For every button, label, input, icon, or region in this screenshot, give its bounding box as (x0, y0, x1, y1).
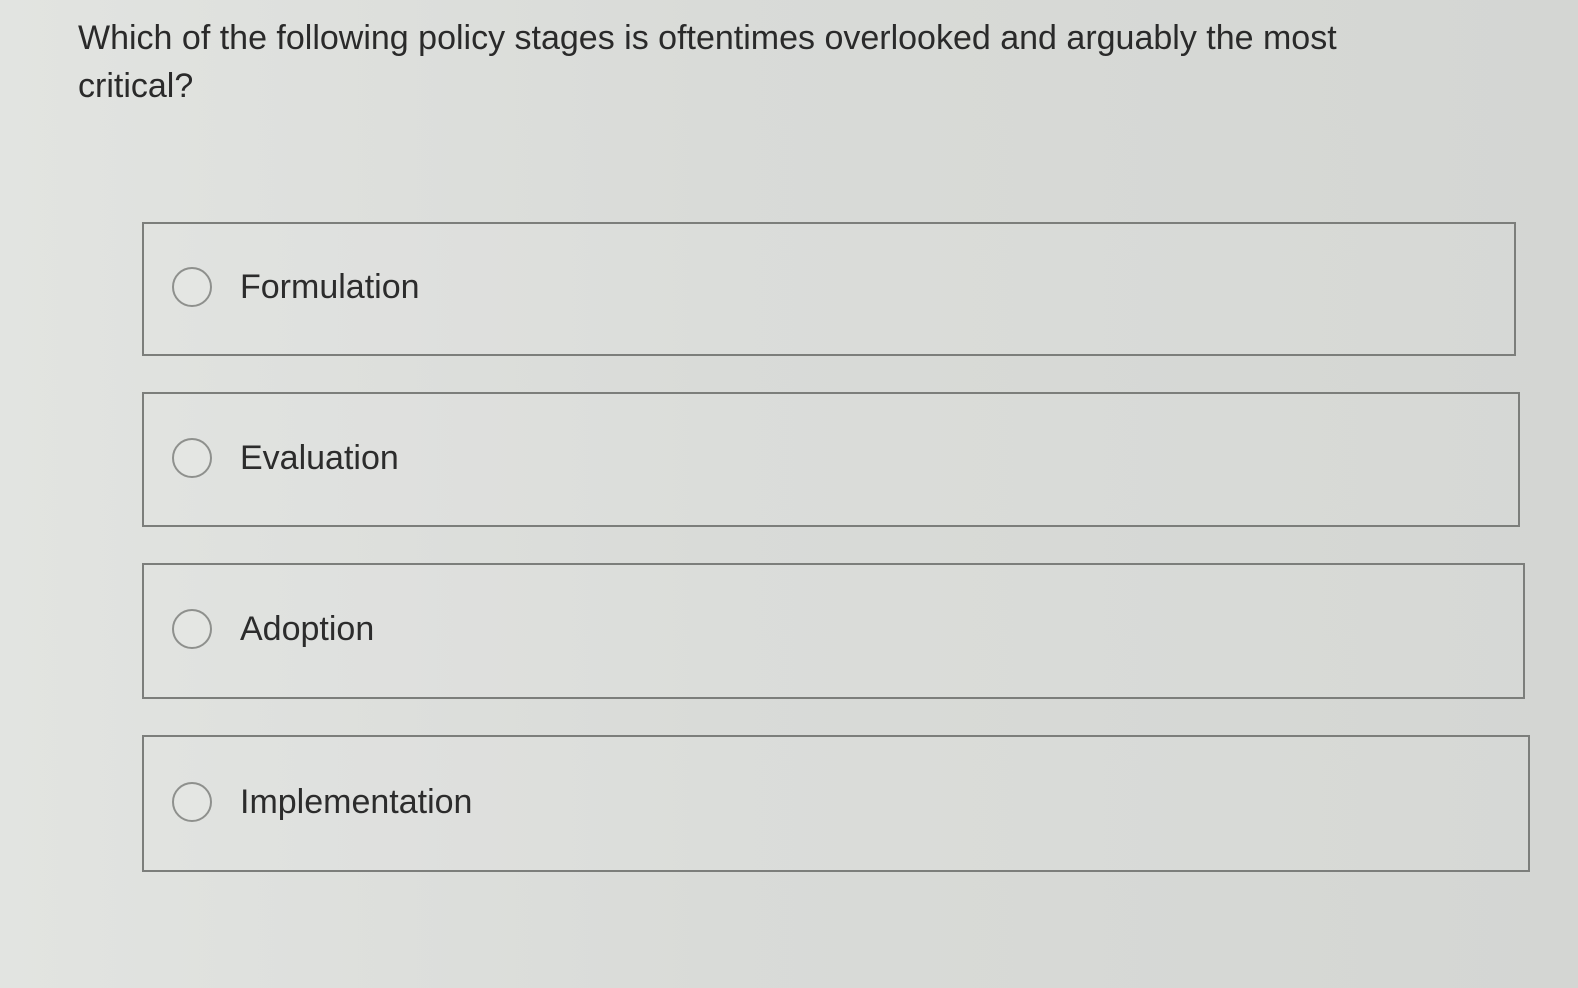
answer-options: Formulation Evaluation Adoption Implemen… (142, 222, 1530, 908)
option-formulation[interactable]: Formulation (142, 222, 1516, 356)
option-label: Adoption (240, 610, 375, 648)
question-text: Which of the following policy stages is … (78, 19, 1337, 105)
radio-button-icon[interactable] (172, 781, 212, 822)
option-label: Formulation (240, 268, 420, 306)
option-adoption[interactable]: Adoption (142, 563, 1525, 699)
radio-button-icon[interactable] (172, 437, 212, 478)
option-evaluation[interactable]: Evaluation (142, 392, 1520, 527)
option-label: Evaluation (240, 438, 399, 477)
radio-button-icon[interactable] (172, 609, 212, 649)
option-label: Implementation (240, 782, 473, 821)
option-implementation[interactable]: Implementation (142, 735, 1530, 872)
radio-button-icon[interactable] (172, 267, 212, 307)
